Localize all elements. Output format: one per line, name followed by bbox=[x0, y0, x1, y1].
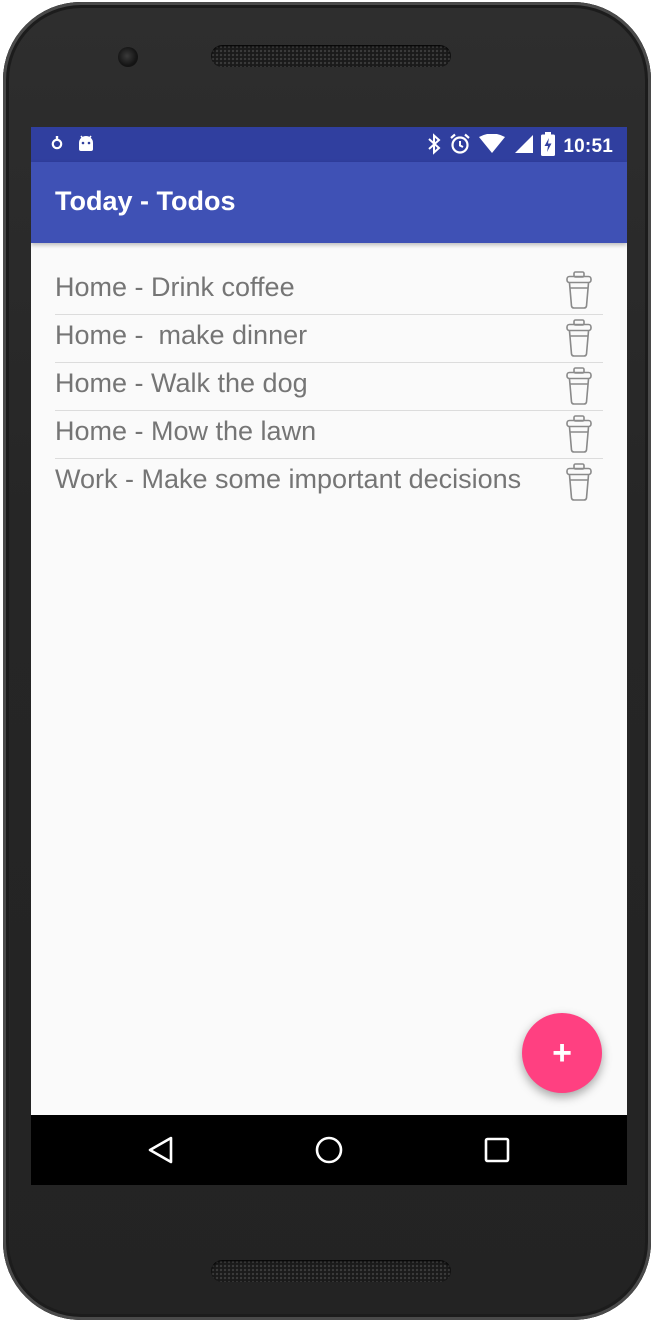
add-icon: + bbox=[552, 1033, 572, 1072]
trash-icon[interactable] bbox=[565, 414, 593, 454]
wifi-icon bbox=[479, 133, 506, 159]
list-item[interactable]: Home - Walk the dog bbox=[55, 363, 603, 411]
android-icon bbox=[77, 134, 95, 157]
trash-icon[interactable] bbox=[565, 462, 593, 502]
list-item[interactable]: Work - Make some important decisions bbox=[55, 459, 603, 506]
trash-icon[interactable] bbox=[565, 366, 593, 406]
front-camera bbox=[118, 47, 138, 67]
list-item[interactable]: Home - Drink coffee bbox=[55, 267, 603, 315]
todo-label: Home - Drink coffee bbox=[55, 272, 295, 302]
back-icon[interactable] bbox=[143, 1133, 177, 1167]
top-speaker-grille bbox=[211, 45, 451, 67]
list-item[interactable]: Home - Mow the lawn bbox=[55, 411, 603, 459]
todo-label: Home - Mow the lawn bbox=[55, 416, 317, 446]
add-todo-button[interactable]: + bbox=[522, 1013, 602, 1093]
signal-icon bbox=[513, 134, 534, 159]
app-bar: Today - Todos bbox=[31, 162, 627, 243]
status-time: 10:51 bbox=[563, 135, 613, 157]
todo-label: Work - Make some important decisions bbox=[55, 464, 522, 494]
todo-label: Home - make dinner bbox=[55, 320, 308, 350]
list-item[interactable]: Home - make dinner bbox=[55, 315, 603, 363]
battery-charging-icon bbox=[541, 132, 556, 161]
page-title: Today - Todos bbox=[55, 186, 236, 216]
alarm-icon bbox=[449, 133, 471, 160]
bluetooth-icon bbox=[427, 133, 441, 160]
todo-label: Home - Walk the dog bbox=[55, 368, 308, 398]
trash-icon[interactable] bbox=[565, 318, 593, 358]
todo-list: Home - Drink coffee Home - make dinner H… bbox=[55, 267, 603, 506]
phone-screen: 10:51 Today - Todos Home - Drink coffee … bbox=[31, 127, 627, 1185]
bottom-speaker-grille bbox=[211, 1260, 451, 1282]
recents-icon[interactable] bbox=[480, 1133, 514, 1167]
trash-icon[interactable] bbox=[565, 270, 593, 310]
notification-dot-icon bbox=[51, 135, 63, 156]
status-bar: 10:51 bbox=[31, 127, 627, 162]
home-icon[interactable] bbox=[312, 1133, 346, 1167]
navigation-bar bbox=[31, 1115, 627, 1185]
